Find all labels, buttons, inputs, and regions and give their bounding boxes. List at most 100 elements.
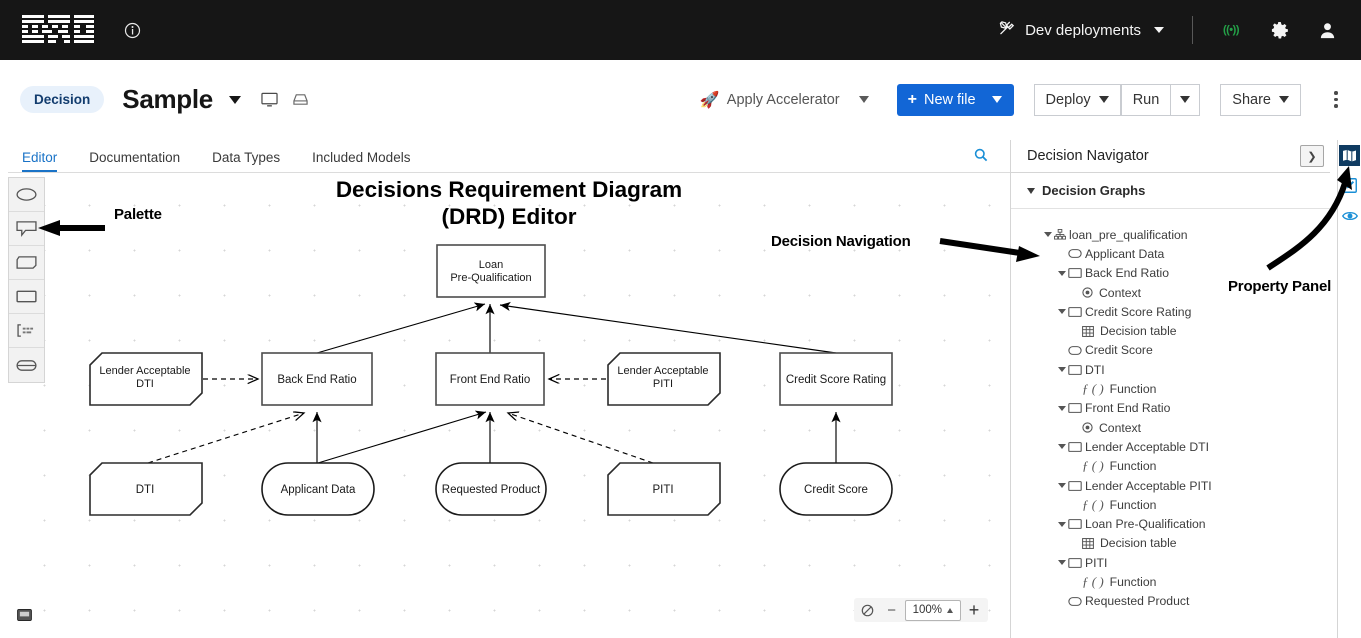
minimap-icon[interactable]	[17, 608, 32, 626]
palette-input-data[interactable]	[9, 178, 44, 212]
save-disk-icon[interactable]	[292, 92, 309, 107]
tree-item[interactable]: Requested Product	[1011, 592, 1330, 611]
zoom-in-button[interactable]: +	[963, 599, 985, 621]
node-credit-score: Credit Score	[779, 462, 893, 516]
tree-item[interactable]: Decision table	[1011, 534, 1330, 553]
deploy-button[interactable]: Deploy	[1033, 83, 1121, 116]
tree-item[interactable]: Front End Ratio	[1011, 399, 1330, 418]
zoom-controls: − 100% +	[853, 598, 988, 622]
apply-accelerator-label: Apply Accelerator	[726, 91, 840, 108]
right-icon-rail	[1337, 140, 1361, 638]
decision-icon	[1068, 480, 1082, 491]
run-dropdown-button[interactable]	[1171, 83, 1201, 116]
palette-decision[interactable]	[9, 280, 44, 314]
tree-item-label: loan_pre_qualification	[1069, 227, 1188, 242]
zoom-out-button[interactable]: −	[881, 599, 903, 621]
chevron-down-icon[interactable]	[1055, 270, 1068, 276]
dev-deployments-menu[interactable]: Dev deployments	[985, 0, 1178, 60]
palette-text-annotation[interactable]	[9, 212, 44, 246]
function-icon: ƒ ( )	[1082, 458, 1104, 474]
toolbar-actions: 🚀 Apply Accelerator + New file Deploy Ru…	[700, 83, 1361, 116]
palette-annotation[interactable]	[9, 314, 44, 348]
share-button[interactable]: Share	[1220, 83, 1301, 116]
zoom-level-selector[interactable]: 100%	[904, 599, 961, 621]
user-avatar-icon[interactable]	[1303, 0, 1351, 60]
chevron-down-icon[interactable]	[228, 95, 241, 104]
tree-item[interactable]: Lender Acceptable PITI	[1011, 476, 1330, 495]
connectivity-icon[interactable]: ((•))	[1207, 0, 1255, 60]
tree-item[interactable]: loan_pre_qualification	[1011, 225, 1330, 244]
svg-text:Credit Score: Credit Score	[804, 484, 868, 496]
tree-item[interactable]: Loan Pre-Qualification	[1011, 514, 1330, 533]
decision-navigator-icon[interactable]	[1339, 145, 1360, 166]
tree-item[interactable]: Applicant Data	[1011, 244, 1330, 263]
chevron-down-icon[interactable]	[1055, 483, 1068, 488]
tree-item[interactable]: Decision table	[1011, 321, 1330, 340]
palette-knowledge-source[interactable]	[9, 348, 44, 382]
chevron-down-icon[interactable]	[1041, 232, 1054, 238]
tree-item-label: Lender Acceptable DTI	[1085, 439, 1209, 454]
svg-text:Lender Acceptable: Lender Acceptable	[617, 365, 708, 377]
monitor-icon[interactable]	[261, 92, 278, 108]
node-requested-product: Requested Product	[435, 462, 547, 516]
tree-item[interactable]: ƒ ( ) Function	[1011, 379, 1330, 398]
palette-business-knowledge-model[interactable]	[9, 246, 44, 280]
no-entry-icon[interactable]	[857, 599, 879, 621]
tree-item[interactable]: ƒ ( ) Function	[1011, 572, 1330, 591]
info-icon[interactable]	[124, 22, 141, 39]
decision-icon	[1068, 557, 1082, 568]
tree-item-label: PITI	[1085, 555, 1108, 570]
navigator-tree: loan_pre_qualification Applicant Data Back…	[1011, 209, 1330, 611]
tree-item-label: Credit Score Rating	[1085, 304, 1192, 319]
plus-icon: +	[907, 90, 917, 108]
svg-text:DTI: DTI	[136, 378, 154, 390]
chevron-down-icon[interactable]	[1055, 560, 1068, 566]
chevron-down-icon	[1154, 27, 1164, 33]
search-icon[interactable]	[974, 148, 988, 167]
ibm-logo[interactable]	[22, 15, 96, 45]
chevron-right-icon[interactable]: ❯	[1300, 145, 1324, 167]
gear-icon[interactable]	[1255, 0, 1303, 60]
tree-item[interactable]: Credit Score Rating	[1011, 302, 1330, 321]
new-file-label: New file	[923, 91, 976, 108]
tree-item[interactable]: PITI	[1011, 553, 1330, 572]
context-icon	[1082, 422, 1093, 433]
node-lender-acceptable-piti: Lender Acceptable PITI	[607, 352, 721, 406]
tree-item[interactable]: Credit Score	[1011, 341, 1330, 360]
svg-text:Pre-Qualification: Pre-Qualification	[450, 272, 531, 284]
tab-included-models[interactable]: Included Models	[312, 150, 410, 172]
overflow-menu-icon[interactable]	[1323, 84, 1349, 116]
tab-data-types[interactable]: Data Types	[212, 150, 280, 172]
tree-item-label: Applicant Data	[1085, 246, 1165, 261]
tree-item-label: Function	[1109, 382, 1157, 397]
chevron-down-icon[interactable]	[1055, 405, 1068, 411]
preview-eye-icon[interactable]	[1339, 205, 1360, 226]
function-icon: ƒ ( )	[1082, 496, 1104, 512]
node-dti: DTI	[89, 462, 203, 516]
tree-item[interactable]: ƒ ( ) Function	[1011, 495, 1330, 514]
chevron-down-icon[interactable]	[1055, 367, 1068, 373]
context-icon	[1082, 287, 1093, 298]
apply-accelerator-menu[interactable]: 🚀 Apply Accelerator	[700, 90, 869, 110]
tree-item[interactable]: ƒ ( ) Function	[1011, 457, 1330, 476]
properties-edit-icon[interactable]	[1339, 175, 1360, 196]
run-button[interactable]: Run	[1120, 83, 1172, 116]
node-applicant-data: Applicant Data	[261, 462, 375, 516]
chevron-down-icon[interactable]	[1055, 309, 1068, 315]
chevron-down-icon	[991, 96, 1002, 103]
decision-icon	[1068, 441, 1082, 452]
decision-icon	[1068, 268, 1082, 279]
svg-text:Back End Ratio: Back End Ratio	[277, 374, 356, 386]
tab-editor[interactable]: Editor	[22, 150, 58, 172]
tree-item[interactable]: DTI	[1011, 360, 1330, 379]
tree-item-label: Back End Ratio	[1085, 266, 1170, 281]
chevron-down-icon[interactable]	[1055, 444, 1068, 450]
tools-icon	[999, 20, 1016, 41]
tab-documentation[interactable]: Documentation	[89, 150, 180, 172]
tree-item[interactable]: Lender Acceptable DTI	[1011, 437, 1330, 456]
chevron-down-icon[interactable]	[1055, 521, 1068, 527]
tree-item[interactable]: Context	[1011, 418, 1330, 437]
palette-annotation-label: Palette	[114, 206, 162, 223]
new-file-button[interactable]: + New file	[896, 83, 1014, 116]
decision-graphs-section[interactable]: Decision Graphs	[1011, 173, 1330, 209]
